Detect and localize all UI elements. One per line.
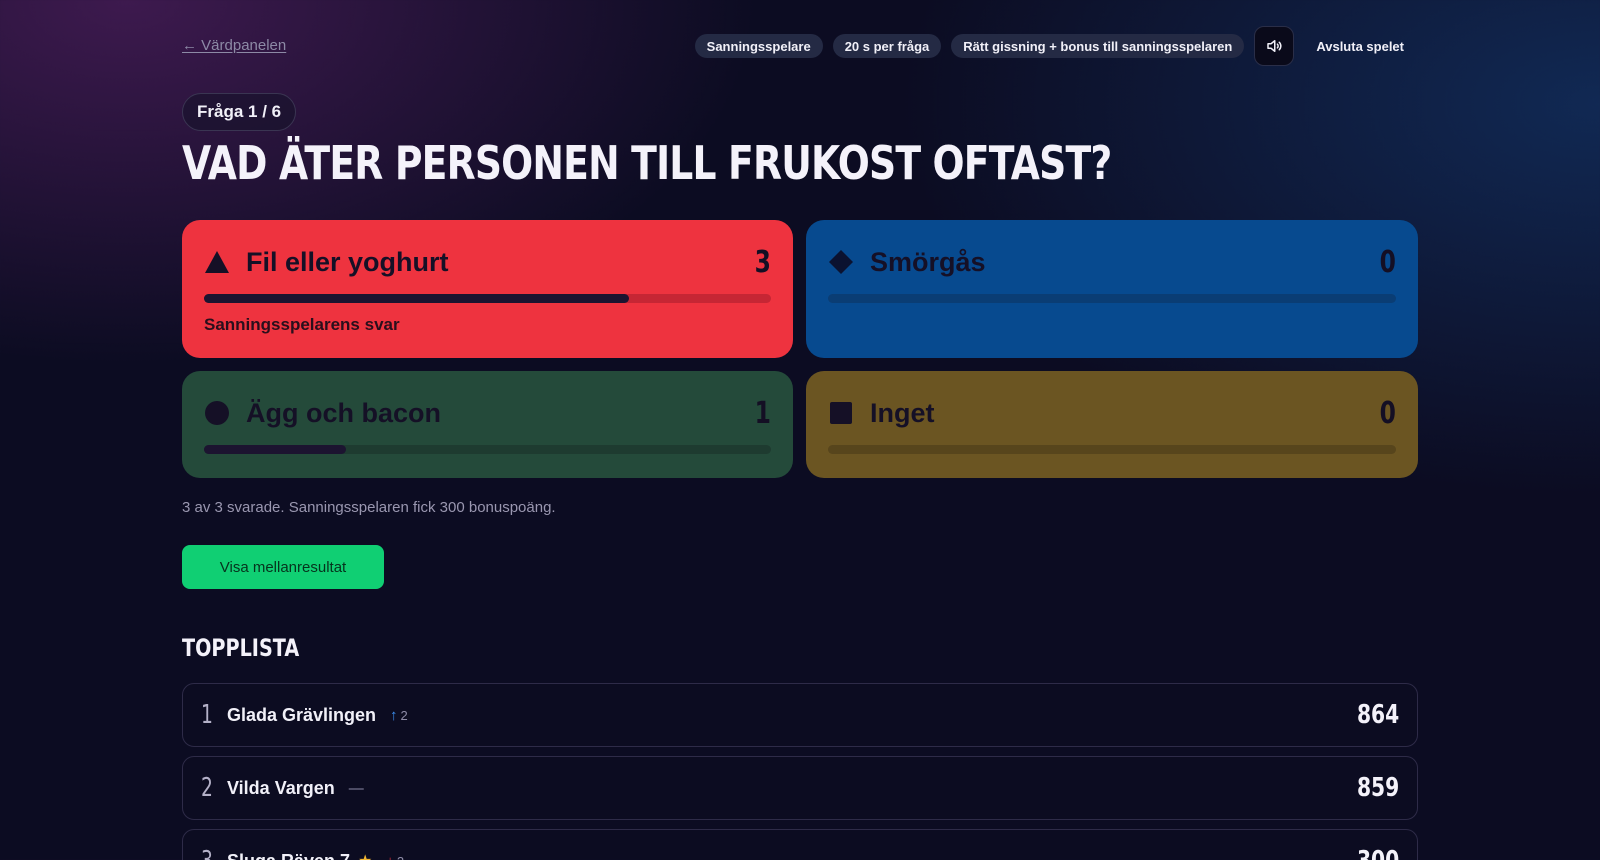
player-score: 859 (1356, 773, 1399, 803)
rank-change-value: 2 (400, 707, 408, 723)
vote-bar-track (828, 294, 1396, 303)
answer-label: Ägg och bacon (246, 397, 441, 428)
star-icon: ★ (358, 851, 372, 860)
arrow-down-icon: ↓ (386, 853, 394, 860)
player-name: Glada Grävlingen (227, 704, 377, 725)
game-settings-bar: Sanningsspelare 20 s per fråga Rätt giss… (694, 26, 1418, 66)
question-title: VAD ÄTER PERSONEN TILL FRUKOST OFTAST? (182, 136, 1112, 190)
player-name: Vilda Vargen (227, 777, 335, 798)
vote-bar-track (204, 445, 771, 454)
answer-label: Smörgås (870, 246, 986, 277)
speaker-icon (1267, 40, 1282, 52)
answer-vote-count: 3 (754, 244, 771, 280)
sound-toggle-button[interactable] (1254, 26, 1295, 66)
answer-card-3: Ägg och bacon 1 (182, 371, 793, 478)
arrow-up-icon: ↑ (390, 706, 398, 724)
time-per-question-tag: 20 s per fråga (832, 34, 942, 58)
vote-bar-fill (204, 294, 630, 303)
player-score: 300 (1357, 846, 1399, 860)
scoring-rule-tag: Rätt gissning + bonus till sanningsspela… (951, 34, 1245, 58)
rank-change: ↑ 2 (390, 707, 408, 724)
top-bar: ← Värdpanelen Sanningsspelare 20 s per f… (182, 26, 1418, 66)
square-icon (830, 402, 852, 424)
answer-card-4: Inget 0 (806, 371, 1418, 478)
vote-bar-track (204, 294, 771, 303)
leaderboard-row: 3 Sluga Räven 7 ★ ↓ 2 300 (182, 829, 1418, 860)
answer-status-text: 3 av 3 svarade. Sanningsspelaren fick 30… (182, 499, 556, 516)
answer-card-2: Smörgås 0 (806, 220, 1418, 358)
diamond-icon (829, 250, 853, 274)
answer-card-1: Fil eller yoghurt 3 Sanningsspelarens sv… (182, 220, 793, 358)
show-intermediate-results-button[interactable]: Visa mellanresultat (182, 545, 384, 589)
answer-vote-count: 0 (1379, 244, 1396, 280)
player-name: Sluga Räven 7 (227, 851, 350, 860)
leaderboard-title: TOPPLISTA (182, 634, 300, 662)
rank-change: — (349, 780, 364, 797)
back-to-host-panel-link[interactable]: ← Värdpanelen (182, 37, 286, 54)
leaderboard-rank: 1 (201, 700, 213, 730)
question-counter-badge: Fråga 1 / 6 (182, 93, 297, 131)
vote-bar-fill (204, 445, 346, 454)
leaderboard-row: 2 Vilda Vargen — 859 (182, 756, 1418, 820)
answer-vote-count: 1 (754, 395, 771, 431)
answer-label: Inget (870, 397, 935, 428)
truth-player-answer-label: Sanningsspelarens svar (204, 315, 400, 334)
rank-change: ↓ 2 (386, 853, 404, 860)
triangle-icon (205, 251, 229, 273)
leaderboard-rank: 3 (201, 846, 220, 860)
answer-label: Fil eller yoghurt (246, 246, 449, 277)
rank-change-value: 2 (397, 854, 404, 860)
end-game-button[interactable]: Avsluta spelet (1304, 39, 1418, 54)
dash-icon: — (348, 779, 364, 797)
player-score: 864 (1356, 700, 1399, 730)
vote-bar-track (828, 445, 1396, 454)
leaderboard-rank: 2 (201, 773, 213, 803)
answer-vote-count: 0 (1379, 395, 1396, 431)
mode-tag: Sanningsspelare (694, 34, 823, 58)
circle-icon (205, 401, 229, 425)
leaderboard-row: 1 Glada Grävlingen ↑ 2 864 (182, 683, 1418, 747)
